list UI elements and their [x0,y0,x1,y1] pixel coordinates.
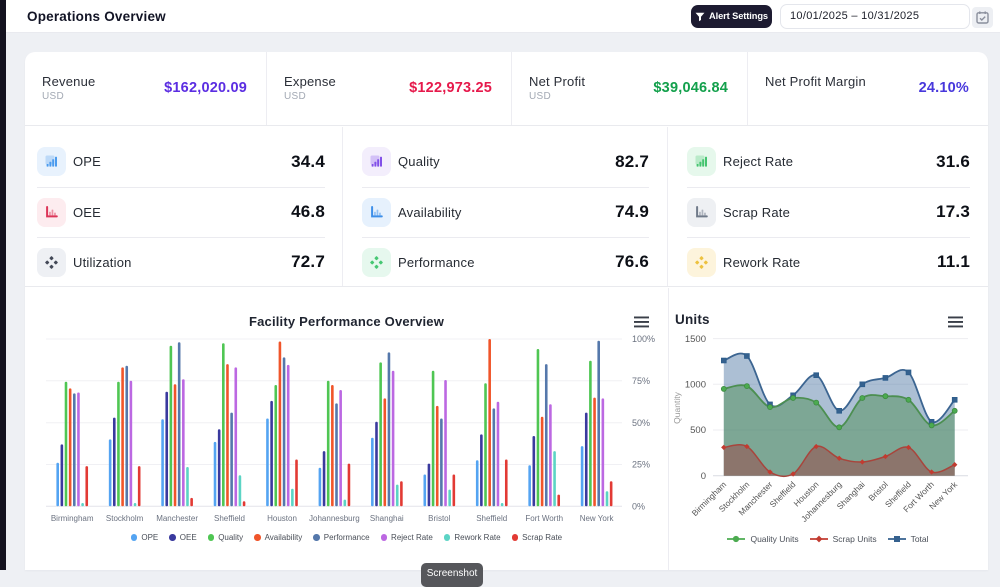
svg-text:Birmingham: Birmingham [51,514,94,523]
svg-text:0%: 0% [632,502,645,512]
svg-text:1000: 1000 [685,380,706,391]
svg-text:Sheffield: Sheffield [214,514,245,523]
svg-text:100%: 100% [632,334,655,344]
svg-text:Manchester: Manchester [156,514,198,523]
svg-text:0: 0 [701,471,706,482]
svg-text:Johannesburg: Johannesburg [309,514,360,523]
svg-text:25%: 25% [632,460,650,470]
svg-text:Sheffield: Sheffield [476,514,507,523]
svg-text:Shanghai: Shanghai [370,514,404,523]
svg-text:New York: New York [580,514,615,523]
svg-text:Bristol: Bristol [428,514,450,523]
svg-text:Houston: Houston [267,514,297,523]
svg-text:1500: 1500 [685,334,706,345]
svg-text:Quantity: Quantity [672,391,682,423]
svg-text:Sheffield: Sheffield [767,479,797,509]
svg-text:50%: 50% [632,418,650,428]
svg-text:Fort Worth: Fort Worth [525,514,563,523]
svg-text:75%: 75% [632,376,650,386]
svg-text:500: 500 [690,425,706,436]
svg-text:Stockholm: Stockholm [106,514,144,523]
